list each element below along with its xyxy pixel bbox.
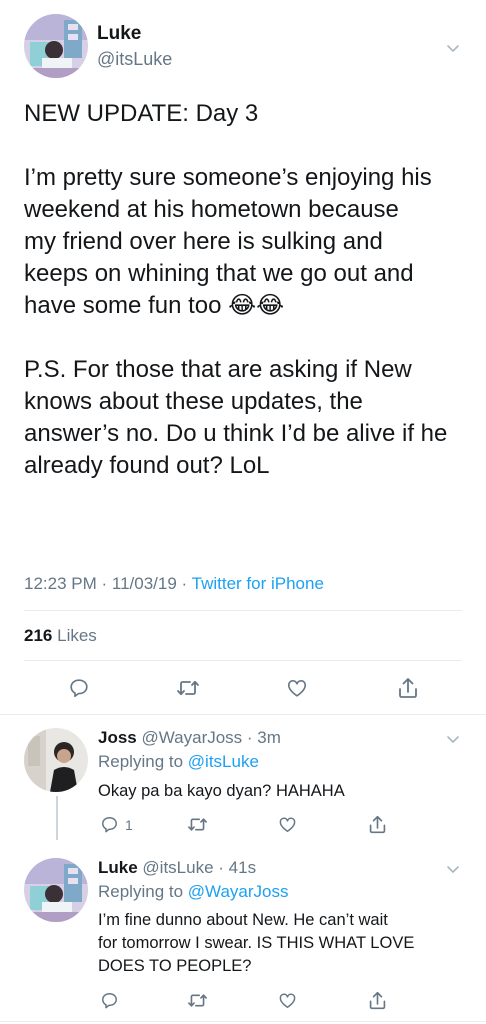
reply-time: 3m	[257, 728, 281, 747]
reply-button[interactable]	[68, 677, 90, 699]
share-button[interactable]	[368, 814, 387, 835]
reply-text: Okay pa ba kayo dyan? HAHAHA	[98, 780, 468, 803]
reply-icon	[100, 815, 119, 834]
tweet-meta: 12:23 PM · 11/03/19 · Twitter for iPhone	[24, 574, 324, 593]
reply-line: Okay pa ba kayo dyan? HAHAHA	[98, 782, 345, 800]
tweet-time: 12:23 PM	[24, 574, 97, 593]
share-icon	[397, 676, 419, 700]
reply-text: I’m fine dunno about New. He can’t wait …	[98, 909, 468, 978]
author-handle[interactable]: @itsLuke	[142, 858, 213, 877]
like-button[interactable]	[278, 815, 297, 834]
divider	[24, 660, 462, 661]
share-icon	[368, 990, 387, 1011]
tweet-line: have some fun too 😂😂	[24, 292, 285, 319]
share-icon	[368, 814, 387, 835]
divider	[24, 610, 462, 611]
author-name[interactable]: Luke	[97, 23, 141, 45]
reply-header: Joss @WayarJoss · 3m	[98, 728, 281, 747]
reply-header: Luke @itsLuke · 41s	[98, 858, 257, 877]
author-handle[interactable]: @itsLuke	[97, 49, 172, 70]
replying-to-link[interactable]: @WayarJoss	[188, 882, 289, 901]
replying-to-link[interactable]: @itsLuke	[188, 752, 259, 771]
likes-label: Likes	[57, 626, 97, 645]
retweet-button[interactable]	[176, 677, 200, 699]
chevron-down-icon[interactable]	[446, 732, 460, 746]
retweet-icon	[187, 815, 208, 834]
avatar[interactable]	[24, 14, 88, 78]
reply-line: DOES TO PEOPLE?	[98, 957, 252, 975]
divider	[0, 714, 486, 715]
tweet-line: I’m pretty sure someone’s enjoying his	[24, 164, 432, 191]
reply-count: 1	[125, 816, 133, 833]
divider	[0, 1021, 486, 1022]
retweet-button[interactable]	[187, 991, 208, 1010]
replying-to: Replying to @itsLuke	[98, 752, 259, 772]
author-name[interactable]: Luke	[98, 858, 138, 877]
tweet-date: 11/03/19	[111, 574, 177, 593]
heart-icon	[278, 815, 297, 834]
reply-icon	[100, 991, 119, 1010]
tweet-line: knows about these updates, the	[24, 388, 363, 415]
avatar[interactable]	[24, 728, 88, 792]
chevron-down-icon[interactable]	[446, 41, 460, 55]
reply-time: 41s	[228, 858, 257, 877]
retweet-icon	[176, 677, 200, 699]
like-button[interactable]	[278, 991, 297, 1010]
share-button[interactable]	[397, 676, 419, 700]
reply-button[interactable]: 1	[100, 815, 133, 834]
retweet-icon	[187, 991, 208, 1010]
tweet-source-link[interactable]: Twitter for iPhone	[192, 574, 324, 593]
replying-label: Replying to	[98, 752, 184, 771]
reply-icon	[68, 677, 90, 699]
thread-line	[56, 796, 58, 840]
tweet-line: keeps on whining that we go out and	[24, 260, 414, 287]
like-button[interactable]	[286, 677, 308, 699]
reply-button[interactable]	[100, 991, 125, 1010]
reply-line: for tomorrow I swear. IS THIS WHAT LOVE	[98, 934, 415, 952]
tweet-text: NEW UPDATE: Day 3 I’m pretty sure someon…	[24, 98, 464, 482]
heart-icon	[278, 991, 297, 1010]
likes-count: 216	[24, 626, 53, 645]
tweet-line: P.S. For those that are asking if New	[24, 356, 412, 383]
likes-stat[interactable]: 216 Likes	[24, 626, 97, 646]
share-button[interactable]	[368, 990, 387, 1011]
tweet-line: already found out? LoL	[24, 452, 270, 479]
tweet-line: my friend over here is sulking and	[24, 228, 383, 255]
author-name[interactable]: Joss	[98, 728, 137, 747]
tweet-line: weekend at his hometown because	[24, 196, 399, 223]
tweet-line: answer’s no. Do u think I’d be alive if …	[24, 420, 448, 447]
replying-to: Replying to @WayarJoss	[98, 882, 289, 902]
chevron-down-icon[interactable]	[446, 862, 460, 876]
tweet-line: NEW UPDATE: Day 3	[24, 100, 259, 127]
replying-label: Replying to	[98, 882, 184, 901]
reply-line: I’m fine dunno about New. He can’t wait	[98, 911, 388, 929]
author-handle[interactable]: @WayarJoss	[141, 728, 242, 747]
retweet-button[interactable]	[187, 815, 208, 834]
avatar[interactable]	[24, 858, 88, 922]
heart-icon	[286, 677, 308, 699]
